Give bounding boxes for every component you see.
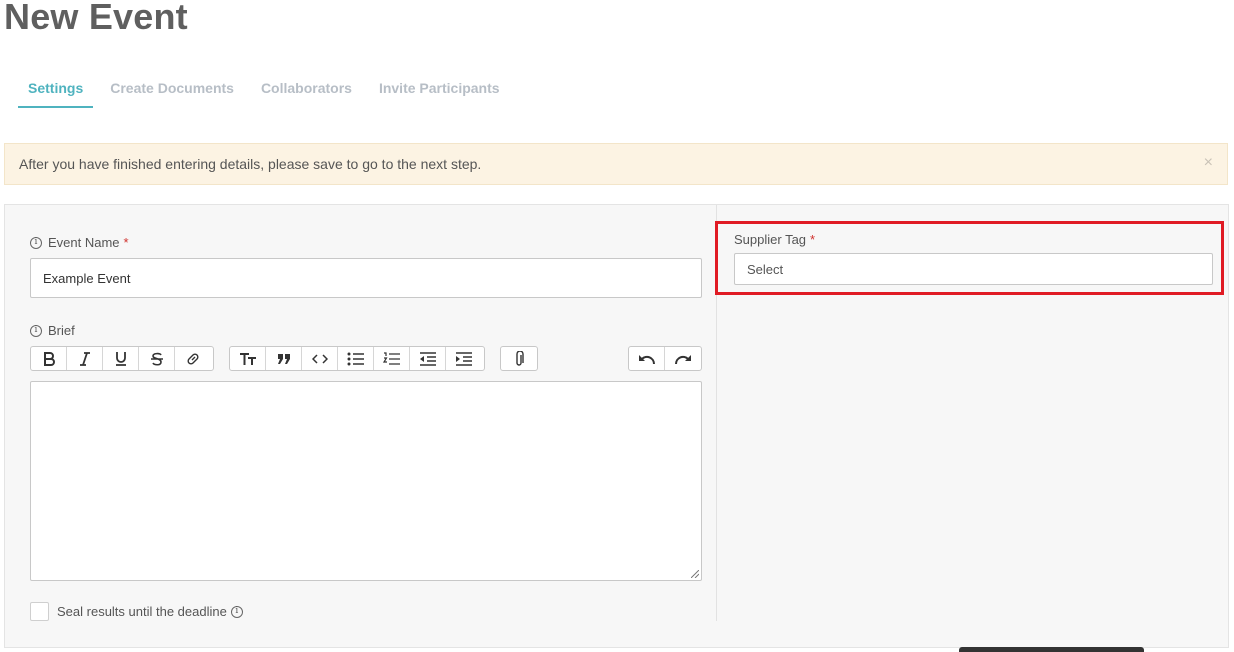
page-title: New Event <box>4 0 188 37</box>
supplier-tag-label-text: Supplier Tag <box>734 232 807 247</box>
bottom-overlay-bar <box>959 647 1144 652</box>
info-alert: After you have finished entering details… <box>4 143 1228 185</box>
italic-icon[interactable] <box>67 347 103 370</box>
bullet-list-icon[interactable] <box>338 347 374 370</box>
indent-icon[interactable] <box>446 347 482 370</box>
event-name-label-text: Event Name <box>48 235 120 250</box>
required-marker: * <box>123 235 129 250</box>
undo-icon[interactable] <box>629 347 665 370</box>
numbered-list-icon[interactable] <box>374 347 410 370</box>
redo-icon[interactable] <box>665 347 701 370</box>
bold-icon[interactable] <box>31 347 67 370</box>
left-column: i Event Name * i Brief <box>5 205 717 621</box>
tab-bar: Settings Create Documents Collaborators … <box>18 74 517 108</box>
attach-icon[interactable] <box>501 347 537 370</box>
block-format-group <box>229 346 485 371</box>
history-group <box>628 346 702 371</box>
supplier-tag-select[interactable]: Select <box>734 253 1213 285</box>
tab-settings[interactable]: Settings <box>18 74 94 108</box>
link-icon[interactable] <box>175 347 211 370</box>
info-icon[interactable]: i <box>30 236 42 249</box>
tab-create-documents[interactable]: Create Documents <box>100 74 244 108</box>
code-icon[interactable] <box>302 347 338 370</box>
info-icon[interactable]: i <box>230 605 243 618</box>
resize-grip-icon[interactable] <box>691 570 699 578</box>
underline-icon[interactable] <box>103 347 139 370</box>
strikethrough-icon[interactable] <box>139 347 175 370</box>
info-icon[interactable]: i <box>30 324 42 337</box>
event-name-input[interactable] <box>30 258 702 298</box>
tab-invite-participants[interactable]: Invite Participants <box>369 74 510 108</box>
outdent-icon[interactable] <box>410 347 446 370</box>
close-icon[interactable]: × <box>1204 155 1213 171</box>
brief-label-text: Brief <box>48 323 75 338</box>
alert-message: After you have finished entering details… <box>19 156 482 172</box>
seal-results-label: Seal results until the deadline <box>57 604 227 619</box>
supplier-tag-highlight: Supplier Tag * Select <box>715 221 1224 295</box>
quote-icon[interactable] <box>266 347 302 370</box>
supplier-tag-placeholder: Select <box>747 261 784 277</box>
supplier-tag-label: Supplier Tag * <box>734 232 815 247</box>
brief-label: i Brief <box>30 323 75 338</box>
heading-icon[interactable] <box>230 347 266 370</box>
text-format-group <box>30 346 214 371</box>
seal-results-checkbox[interactable] <box>30 602 49 621</box>
seal-results-row: Seal results until the deadline i <box>30 602 243 621</box>
brief-editor[interactable] <box>30 381 702 581</box>
tab-collaborators[interactable]: Collaborators <box>251 74 362 108</box>
attach-group <box>500 346 538 371</box>
required-marker: * <box>810 232 816 247</box>
event-name-label: i Event Name * <box>30 235 129 250</box>
